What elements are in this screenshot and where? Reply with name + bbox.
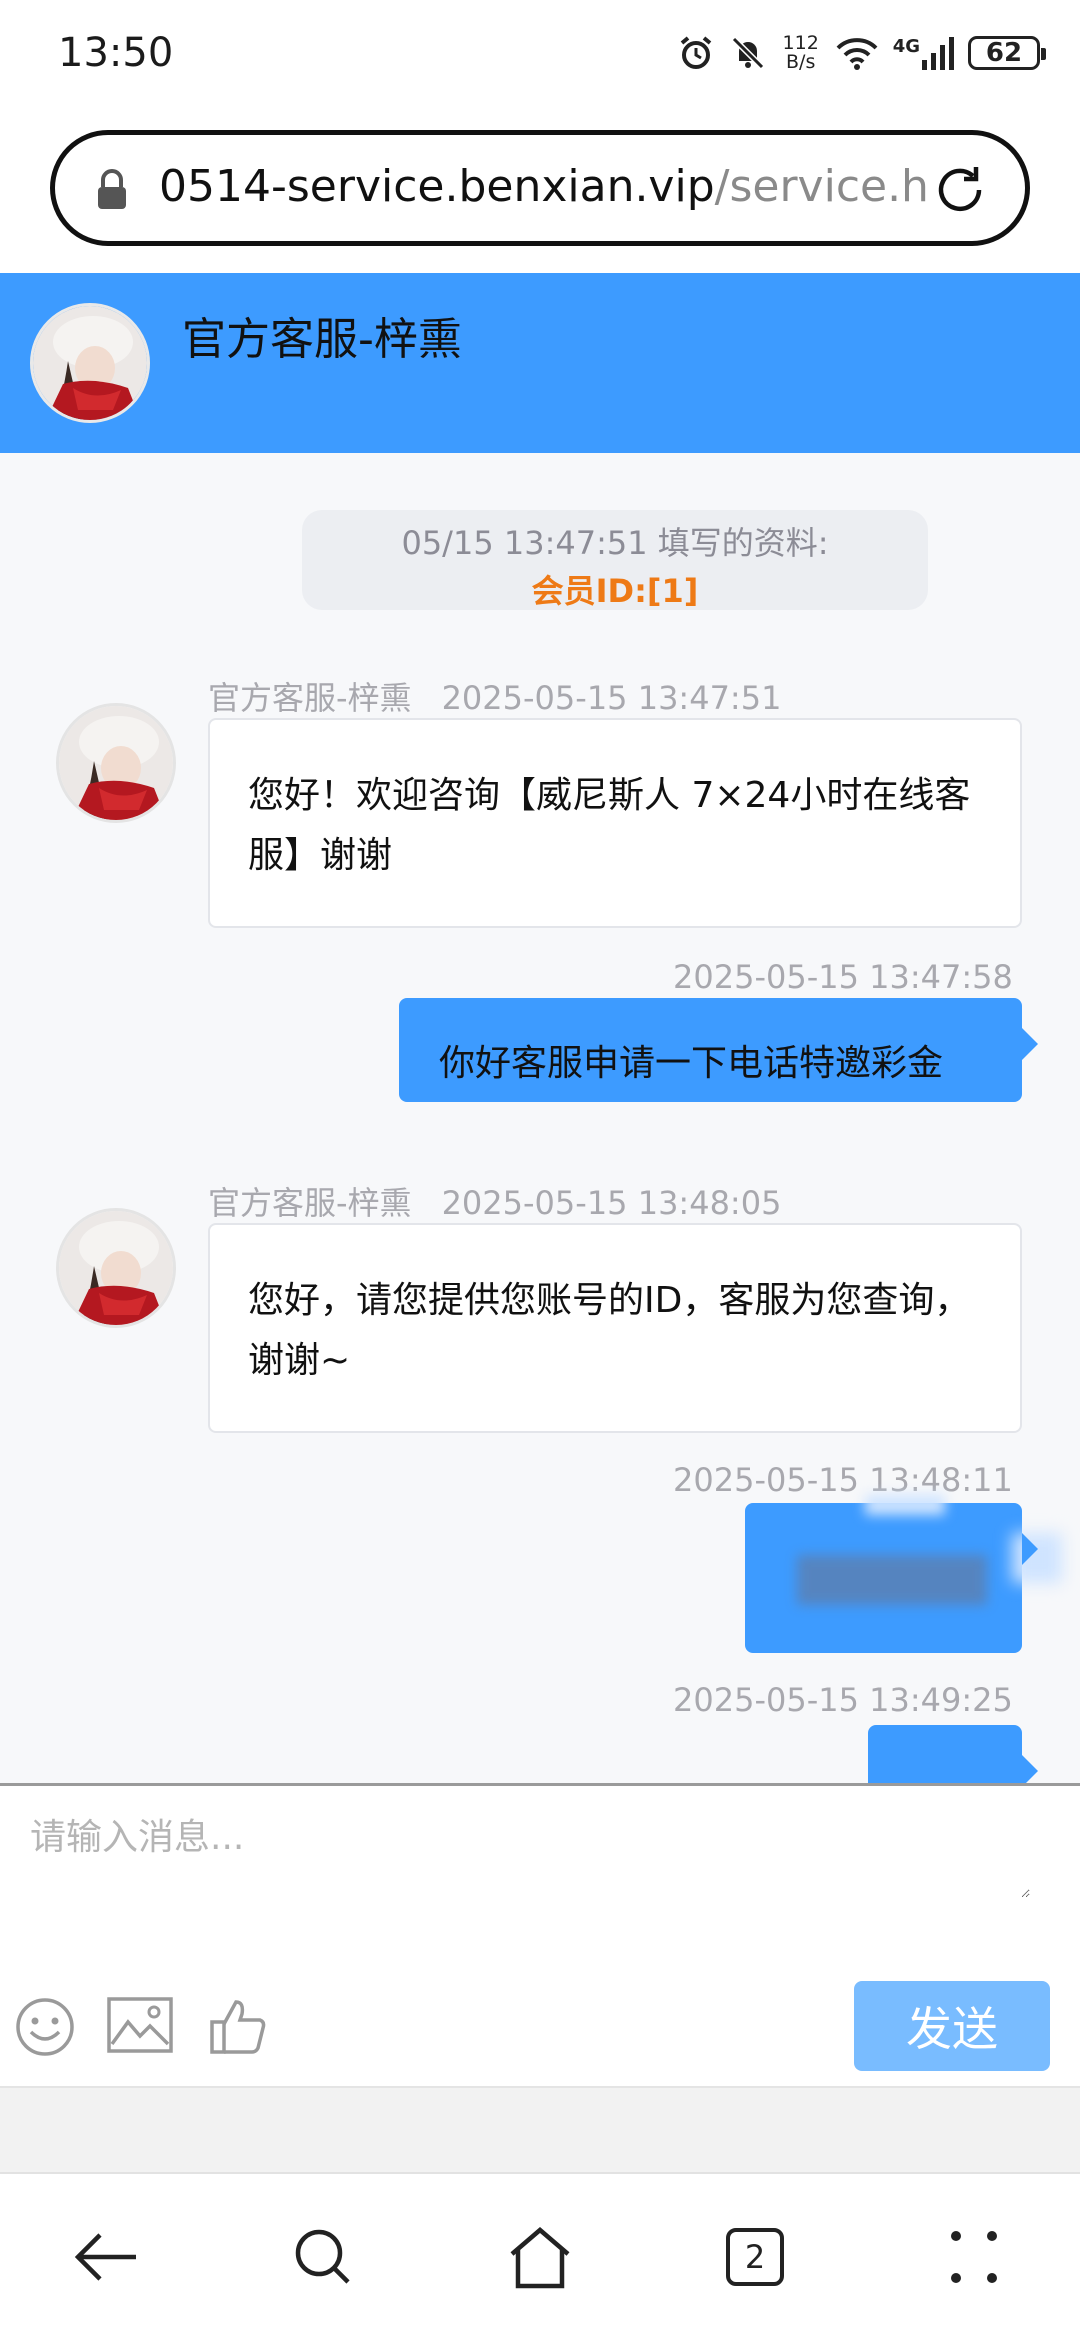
thumbs-up-icon[interactable] bbox=[208, 1996, 268, 2056]
message-meta: 官方客服-梓熏 2025-05-15 13:47:51 bbox=[208, 673, 781, 719]
outgoing-message-bubble-redacted bbox=[745, 1495, 1062, 1653]
battery-level: 62 bbox=[985, 38, 1023, 68]
battery-indicator: 62 bbox=[968, 36, 1046, 70]
agent-avatar[interactable] bbox=[30, 303, 150, 423]
search-icon[interactable] bbox=[290, 2224, 356, 2290]
message-meta: 2025-05-15 13:49:25 bbox=[673, 1681, 1013, 1719]
reload-icon[interactable] bbox=[931, 161, 989, 219]
message-time: 2025-05-15 13:47:51 bbox=[441, 679, 782, 717]
wifi-icon bbox=[836, 38, 878, 70]
status-bar: 13:50 112 B/s 4G 62 bbox=[0, 0, 1080, 110]
address-bar[interactable]: 0514-service.benxian.vip/service.h bbox=[50, 130, 1030, 246]
incoming-message-bubble: 您好！欢迎咨询【威尼斯人 7×24小时在线客服】谢谢 bbox=[208, 718, 1022, 928]
message-time: 2025-05-15 13:48:05 bbox=[441, 1184, 782, 1222]
tabs-button[interactable]: 2 bbox=[726, 2228, 784, 2286]
url-text[interactable]: 0514-service.benxian.vip/service.h bbox=[159, 161, 939, 212]
send-button[interactable]: 发送 bbox=[854, 1981, 1050, 2071]
lock-icon bbox=[98, 169, 126, 209]
chat-header: 官方客服-梓熏 bbox=[0, 273, 1080, 453]
cellular-signal-icon: 4G bbox=[893, 36, 954, 70]
browser-navigation-bar: 2 bbox=[0, 2172, 1080, 2340]
more-menu-icon[interactable] bbox=[944, 2224, 1004, 2290]
network-speed: 112 B/s bbox=[781, 34, 821, 72]
message-sender: 官方客服-梓熏 bbox=[208, 1184, 412, 1222]
alarm-icon bbox=[680, 36, 711, 69]
message-meta: 2025-05-15 13:48:11 bbox=[673, 1461, 1013, 1499]
message-text: 您好！欢迎咨询【威尼斯人 7×24小时在线客服】谢谢 bbox=[248, 775, 971, 876]
redaction-blur bbox=[797, 1555, 987, 1605]
network-type-label: 4G bbox=[892, 36, 920, 57]
back-arrow-icon[interactable] bbox=[74, 2224, 140, 2290]
info-card-header: 05/15 13:47:51 填写的资料: bbox=[401, 524, 829, 562]
chat-title: 官方客服-梓熏 bbox=[182, 314, 462, 365]
info-card: 05/15 13:47:51 填写的资料: 会员ID:[1] bbox=[302, 510, 928, 610]
message-list[interactable]: 05/15 13:47:51 填写的资料: 会员ID:[1] 官方客服-梓熏 20… bbox=[0, 453, 1080, 1783]
message-text: 你好客服申请一下电话特邀彩金 bbox=[439, 1043, 944, 1084]
message-time: 2025-05-15 13:47:58 bbox=[673, 958, 1013, 996]
message-meta: 2025-05-15 13:47:58 bbox=[673, 958, 1013, 996]
redaction-blur bbox=[865, 1495, 945, 1515]
message-time: 2025-05-15 13:48:11 bbox=[673, 1461, 1013, 1499]
network-speed-unit: B/s bbox=[786, 51, 816, 73]
agent-avatar[interactable] bbox=[56, 703, 176, 823]
url-path: /service.h bbox=[714, 161, 929, 212]
composer: 发送 bbox=[0, 1783, 1080, 2086]
outgoing-message-bubble: 你好客服申请一下电话特邀彩金 bbox=[399, 998, 1038, 1102]
incoming-message-bubble: 您好，请您提供您账号的ID，客服为您查询，谢谢~ bbox=[208, 1223, 1022, 1433]
home-icon[interactable] bbox=[506, 2224, 574, 2292]
message-meta: 官方客服-梓熏 2025-05-15 13:48:05 bbox=[208, 1178, 781, 1224]
image-icon[interactable] bbox=[106, 1996, 174, 2054]
member-id: 会员ID:[1] bbox=[531, 572, 699, 610]
mute-bell-icon bbox=[731, 36, 764, 70]
message-input[interactable] bbox=[30, 1808, 1030, 1898]
status-time: 13:50 bbox=[58, 30, 174, 76]
status-icons: 112 B/s 4G 62 bbox=[677, 28, 1046, 78]
url-domain: 0514-service.benxian.vip bbox=[159, 161, 715, 212]
outgoing-message-bubble bbox=[868, 1725, 1038, 1783]
emoji-icon[interactable] bbox=[14, 1996, 76, 2058]
agent-avatar[interactable] bbox=[56, 1208, 176, 1328]
toolbar-spacer bbox=[0, 2086, 1080, 2172]
message-time: 2025-05-15 13:49:25 bbox=[673, 1681, 1013, 1719]
message-sender: 官方客服-梓熏 bbox=[208, 679, 412, 717]
redaction-blur bbox=[1012, 1533, 1062, 1583]
message-text: 您好，请您提供您账号的ID，客服为您查询，谢谢~ bbox=[248, 1280, 971, 1381]
